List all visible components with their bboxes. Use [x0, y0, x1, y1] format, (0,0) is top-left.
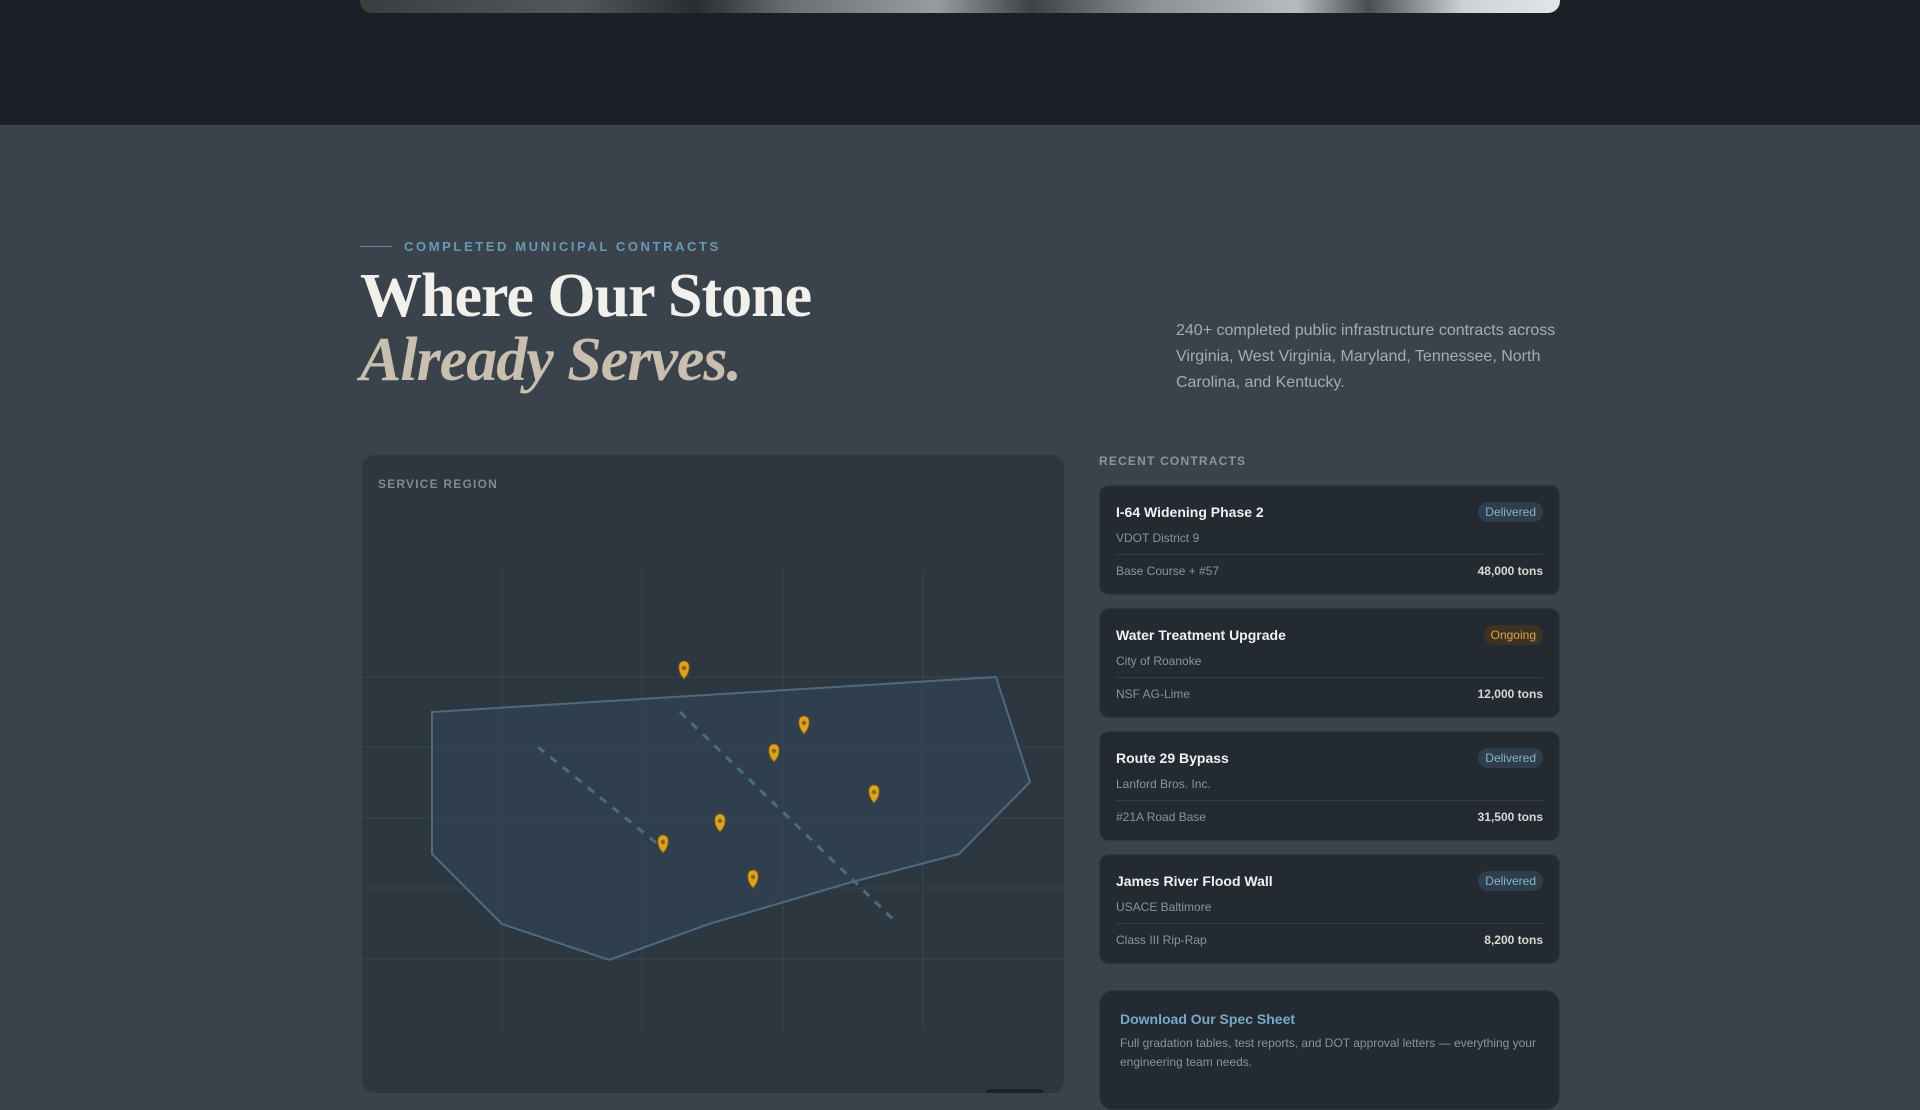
status-badge: Delivered — [1478, 748, 1543, 768]
contract-card[interactable]: Route 29 Bypass Delivered Lanford Bros. … — [1099, 731, 1560, 841]
hero-image — [360, 0, 1560, 13]
contract-client: Lanford Bros. Inc. — [1116, 777, 1211, 791]
spec-sheet-card[interactable]: Download Our Spec Sheet Full gradation t… — [1099, 990, 1560, 1110]
contract-header: James River Flood Wall Delivered — [1116, 871, 1543, 891]
contract-card[interactable]: I-64 Widening Phase 2 Delivered VDOT Dis… — [1099, 485, 1560, 595]
map-pin-dot — [717, 818, 723, 824]
divider — [1116, 800, 1543, 801]
contract-card[interactable]: James River Flood Wall Delivered USACE B… — [1099, 854, 1560, 964]
contract-material: Base Course + #57 — [1116, 564, 1220, 578]
eyebrow-text: COMPLETED MUNICIPAL CONTRACTS — [404, 239, 721, 254]
contract-material: Class III Rip-Rap — [1116, 933, 1207, 947]
eyebrow-line — [360, 246, 392, 247]
contract-header: I-64 Widening Phase 2 Delivered — [1116, 502, 1543, 522]
spec-sheet-description: Full gradation tables, test reports, and… — [1120, 1036, 1536, 1069]
contract-footer: NSF AG-Lime 12,000 tons — [1116, 687, 1543, 701]
spec-sheet-link[interactable]: Download Our Spec Sheet — [1120, 1011, 1295, 1027]
map-pin-dot — [660, 839, 666, 845]
contract-tonnage: 48,000 tons — [1477, 564, 1543, 578]
contract-client: USACE Baltimore — [1116, 900, 1212, 914]
headline-line-2: Already Serves. — [360, 326, 742, 394]
divider — [1116, 677, 1543, 678]
divider — [1116, 554, 1543, 555]
contract-name: James River Flood Wall — [1116, 873, 1273, 889]
map-pin-dot — [750, 874, 756, 880]
service-region-map[interactable]: SERVICE REGION — [361, 454, 1065, 1094]
divider — [1116, 923, 1543, 924]
contract-header: Route 29 Bypass Delivered — [1116, 748, 1543, 768]
region-map-graphic — [362, 571, 1064, 1029]
contract-name: Water Treatment Upgrade — [1116, 627, 1286, 643]
eyebrow: COMPLETED MUNICIPAL CONTRACTS — [360, 239, 721, 254]
contract-footer: Base Course + #57 48,000 tons — [1116, 564, 1543, 578]
map-pin-dot — [871, 789, 877, 795]
contract-material: NSF AG-Lime — [1116, 687, 1191, 701]
contract-header: Water Treatment Upgrade Ongoing — [1116, 625, 1543, 645]
contract-footer: Class III Rip-Rap 8,200 tons — [1116, 933, 1543, 947]
contract-client: City of Roanoke — [1116, 654, 1202, 668]
status-badge: Ongoing — [1483, 625, 1543, 645]
top-band — [0, 0, 1920, 125]
headline-line-1: Where Our Stone — [360, 262, 812, 330]
section-headline: Where Our Stone Already Serves. — [360, 262, 812, 394]
service-region-outline — [431, 675, 1032, 962]
map-pin-dot — [771, 748, 777, 754]
map-pin-dot — [801, 720, 807, 726]
contract-material: #21A Road Base — [1116, 810, 1207, 824]
contract-card[interactable]: Water Treatment Upgrade Ongoing City of … — [1099, 608, 1560, 718]
contract-tonnage: 12,000 tons — [1477, 687, 1543, 701]
contract-tonnage: 31,500 tons — [1477, 810, 1543, 824]
contract-tonnage: 8,200 tons — [1484, 933, 1543, 947]
status-badge: Delivered — [1478, 871, 1543, 891]
recent-contracts-title: RECENT CONTRACTS — [1099, 454, 1247, 468]
map-legend-chip — [986, 1089, 1044, 1093]
contract-client: VDOT District 9 — [1116, 531, 1200, 545]
contract-footer: #21A Road Base 31,500 tons — [1116, 810, 1543, 824]
map-label: SERVICE REGION — [378, 477, 498, 491]
contract-name: I-64 Widening Phase 2 — [1116, 504, 1264, 520]
section-lede: 240+ completed public infrastructure con… — [1176, 322, 1556, 391]
contract-name: Route 29 Bypass — [1116, 750, 1229, 766]
map-pin-dot — [681, 665, 687, 671]
status-badge: Delivered — [1478, 502, 1543, 522]
